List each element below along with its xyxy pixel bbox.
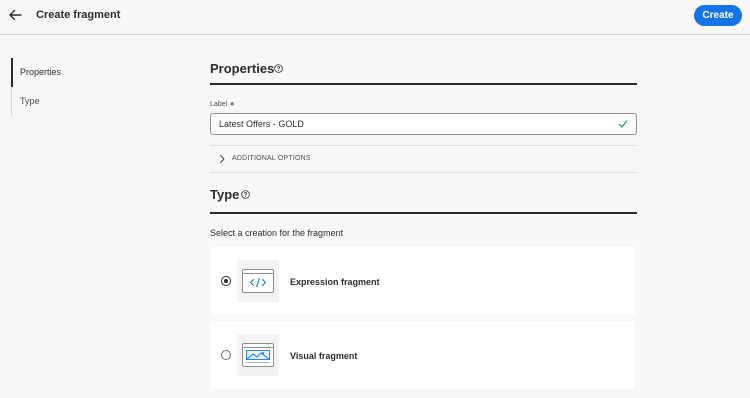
visual-fragment-radio[interactable] [221,350,231,360]
chevron-right-icon [219,154,225,164]
properties-divider [210,83,637,85]
create-button[interactable]: Create [694,5,742,26]
page-title: Create fragment [36,9,121,21]
expression-fragment-radio[interactable] [221,276,231,286]
type-heading: Type [210,187,240,202]
additional-options-label: ADDITIONAL OPTIONS [232,155,311,162]
label-field[interactable]: Latest Offers - GOLD [210,113,637,135]
image-window-icon [242,343,274,367]
visual-fragment-label: Visual fragment [290,351,358,361]
expression-fragment-label: Expression fragment [290,277,380,287]
help-icon[interactable] [241,190,250,199]
code-window-icon [242,269,274,293]
nav-item-properties[interactable]: Properties [11,58,121,87]
expression-fragment-thumbnail [237,260,279,302]
type-divider [210,212,637,214]
top-bar: Create fragment Create [0,0,750,35]
help-icon[interactable] [274,64,283,73]
visual-fragment-thumbnail [237,334,279,376]
divider [210,172,637,173]
nav-item-type[interactable]: Type [11,87,121,116]
label-caption: Label ∗ [210,101,235,108]
arrow-left-icon[interactable] [7,7,23,23]
properties-heading: Properties [210,61,275,76]
expression-fragment-card[interactable]: Expression fragment [210,247,635,315]
visual-fragment-card[interactable]: Visual fragment [210,321,635,389]
side-nav: Properties Type [11,58,121,116]
label-field-value: Latest Offers - GOLD [219,119,304,129]
type-instruction: Select a creation for the fragment [210,228,344,238]
checkmark-icon [618,120,628,128]
divider [210,145,637,146]
